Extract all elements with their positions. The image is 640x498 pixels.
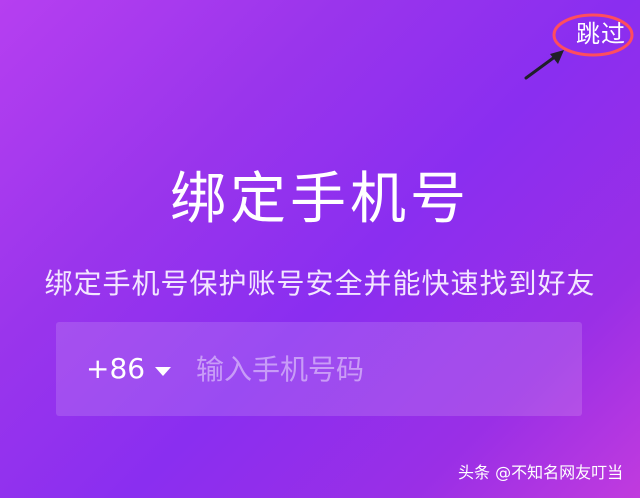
page-title: 绑定手机号 bbox=[170, 167, 470, 232]
country-code-selector[interactable]: +86 bbox=[86, 349, 172, 389]
phone-number-input[interactable] bbox=[196, 346, 556, 392]
skip-button[interactable]: 跳过 bbox=[568, 16, 634, 52]
chevron-down-icon bbox=[155, 366, 172, 376]
phone-input-container: +86 bbox=[56, 322, 582, 416]
country-code-label: +86 bbox=[86, 352, 146, 385]
watermark-text: 头条 @不知名网友叮当 bbox=[458, 463, 624, 482]
arrow-annotation-icon bbox=[524, 50, 564, 80]
page-subtitle: 绑定手机号保护账号安全并能快速找到好友 bbox=[44, 267, 596, 300]
bind-phone-screen: { "skip_label": "跳过", "title": "绑定手机号", … bbox=[0, 0, 640, 498]
